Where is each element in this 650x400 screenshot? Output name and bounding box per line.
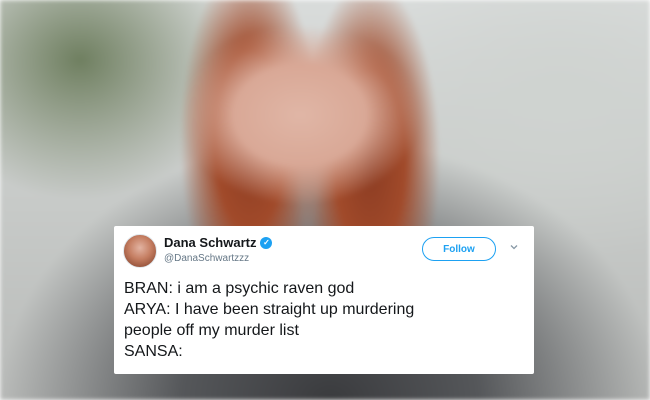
follow-button[interactable]: Follow [422, 237, 496, 261]
chevron-down-icon[interactable] [509, 242, 519, 252]
verified-badge-icon: ✓ [260, 236, 273, 249]
display-name[interactable]: Dana Schwartz [164, 235, 256, 250]
tweet-card: Dana Schwartz ✓ @DanaSchwartzzz Follow B… [114, 226, 534, 374]
tweet-line: SANSA: [124, 343, 183, 360]
handle[interactable]: @DanaSchwartzzz [164, 253, 249, 264]
tweet-line: people off my murder list [124, 322, 299, 339]
tweet-line: BRAN: i am a psychic raven god [124, 280, 355, 297]
avatar[interactable] [123, 234, 157, 268]
tweet-line: ARYA: I have been straight up murdering [124, 301, 415, 318]
tweet-text: BRAN: i am a psychic raven god ARYA: I h… [124, 278, 524, 362]
author-row: Dana Schwartz ✓ [164, 235, 273, 250]
